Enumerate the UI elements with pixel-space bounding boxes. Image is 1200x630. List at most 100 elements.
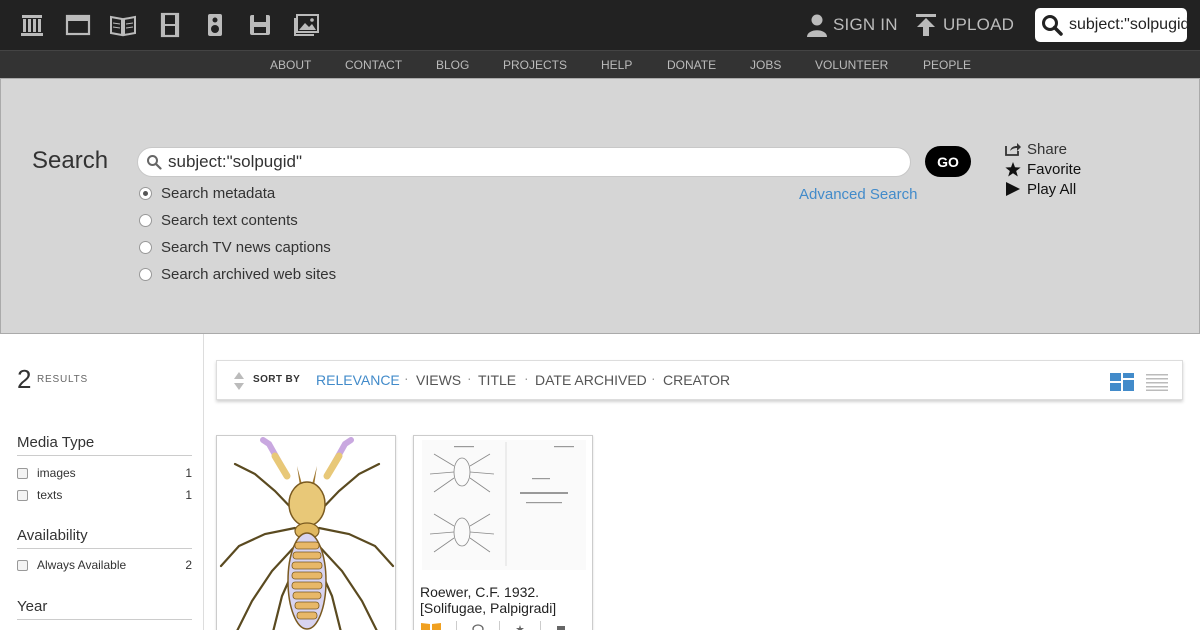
checkbox[interactable] [17, 489, 28, 501]
texts-icon [421, 623, 441, 630]
option-label: Search text contents [161, 211, 298, 229]
nav-item-about[interactable]: ABOUT [270, 51, 311, 79]
result-tile-image[interactable] [216, 435, 396, 630]
facet-title-availability: Availability [17, 527, 192, 549]
option-search-web-sites[interactable]: Search archived web sites [139, 264, 336, 284]
search-heading: Search [32, 147, 109, 174]
nav-item-volunteer[interactable]: VOLUNTEER [815, 51, 888, 79]
comment-icon [557, 626, 565, 630]
tile-view-icon[interactable] [1110, 373, 1134, 391]
top-bar: SIGN IN UPLOAD [0, 0, 1200, 50]
web-icon[interactable] [64, 12, 92, 38]
top-search-box[interactable] [1035, 8, 1187, 42]
sign-in-label: SIGN IN [833, 15, 898, 34]
texts-icon[interactable] [109, 12, 137, 38]
radio-unselected[interactable] [139, 240, 152, 254]
nav-item-projects[interactable]: PROJECTS [503, 51, 567, 79]
facet-label: texts [37, 488, 63, 502]
share-button[interactable]: Share [1005, 139, 1067, 159]
advanced-search-link[interactable]: Advanced Search [799, 186, 917, 203]
audio-icon[interactable] [201, 12, 229, 38]
radio-unselected[interactable] [139, 213, 152, 227]
facet-label: images [37, 466, 76, 480]
facet-count: 2 [185, 558, 192, 572]
search-icon[interactable] [1035, 8, 1069, 42]
go-button[interactable]: GO [925, 146, 971, 177]
option-label: Search TV news captions [161, 238, 331, 256]
checkbox[interactable] [17, 559, 28, 571]
facets-sidebar: 2 RESULTS Media Type images 1 texts 1 Av… [0, 334, 204, 630]
divider [499, 621, 500, 630]
facet-item-images[interactable]: images 1 [17, 465, 192, 481]
main-search-box[interactable] [137, 147, 911, 177]
tile-title[interactable]: Roewer, C.F. 1932. [Solifugae, Palpigrad… [420, 584, 588, 616]
play-icon [1006, 182, 1020, 196]
nav-item-people[interactable]: PEOPLE [923, 51, 971, 79]
result-tile-text[interactable]: Roewer, C.F. 1932. [Solifugae, Palpigrad… [413, 435, 593, 630]
sort-option-date-archived[interactable]: DATE ARCHIVED [535, 372, 647, 388]
top-search-input[interactable] [1069, 16, 1187, 34]
checkbox[interactable] [17, 467, 28, 479]
facet-item-texts[interactable]: texts 1 [17, 487, 192, 503]
search-panel: Search GO Search metadata Search text co… [0, 78, 1200, 334]
option-label: Search metadata [161, 184, 276, 202]
separator-dot: · [524, 370, 529, 386]
facet-count: 1 [185, 488, 192, 502]
play-all-label: Play All [1027, 180, 1077, 198]
nav-item-blog[interactable]: BLOG [436, 51, 469, 79]
images-icon[interactable] [293, 12, 321, 38]
nav-item-help[interactable]: HELP [601, 51, 632, 79]
sort-option-views[interactable]: VIEWS [416, 372, 461, 388]
tile-stats [420, 620, 588, 630]
software-icon[interactable] [246, 12, 274, 38]
nav-item-jobs[interactable]: JOBS [750, 51, 781, 79]
facet-title-media-type: Media Type [17, 434, 192, 456]
main-search-input[interactable] [168, 152, 888, 172]
facet-count: 1 [185, 466, 192, 480]
nav-item-donate[interactable]: DONATE [667, 51, 716, 79]
play-all-button[interactable]: Play All [1005, 179, 1076, 199]
radio-selected[interactable] [139, 186, 152, 200]
share-label: Share [1027, 140, 1068, 158]
search-icon [140, 154, 168, 170]
eye-icon [472, 624, 484, 630]
upload-label: UPLOAD [943, 15, 1015, 34]
option-label: Search archived web sites [161, 265, 337, 283]
divider [456, 621, 457, 630]
archive-home-icon[interactable] [18, 12, 46, 38]
sort-by-label: SORT BY [253, 374, 301, 385]
nav-bar: ABOUT CONTACT BLOG PROJECTS HELP DONATE … [0, 50, 1200, 78]
radio-unselected[interactable] [139, 267, 152, 281]
separator-dot: · [651, 370, 656, 386]
facet-label: Always Available [37, 558, 127, 572]
separator-dot: · [404, 370, 409, 386]
list-view-icon[interactable] [1145, 373, 1169, 391]
solpugid-illustration [219, 437, 395, 630]
user-icon [807, 14, 827, 37]
upload-link[interactable]: UPLOAD [915, 0, 1014, 50]
option-search-metadata[interactable]: Search metadata [139, 183, 275, 203]
divider [540, 621, 541, 630]
star-icon [516, 625, 524, 630]
star-icon [1005, 161, 1021, 176]
sort-option-relevance[interactable]: RELEVANCE [316, 372, 400, 388]
favorite-label: Favorite [1027, 160, 1082, 178]
favorite-button[interactable]: Favorite [1005, 159, 1081, 179]
sort-arrows-icon[interactable] [233, 372, 245, 390]
sort-option-creator[interactable]: CREATOR [663, 372, 730, 388]
sign-in-link[interactable]: SIGN IN [807, 0, 898, 50]
nav-item-contact[interactable]: CONTACT [345, 51, 402, 79]
option-search-tv-captions[interactable]: Search TV news captions [139, 237, 331, 257]
option-search-text-contents[interactable]: Search text contents [139, 210, 298, 230]
book-page-thumbnail [422, 440, 586, 570]
share-icon [1005, 143, 1021, 156]
video-icon[interactable] [156, 12, 184, 38]
facet-item-always-available[interactable]: Always Available 2 [17, 557, 192, 573]
separator-dot: · [467, 370, 472, 386]
result-count: 2 [17, 364, 32, 394]
facet-title-year: Year [17, 598, 192, 620]
sort-option-title[interactable]: TITLE [478, 372, 516, 388]
sort-bar: SORT BY RELEVANCE · VIEWS · TITLE · DATE… [216, 360, 1183, 400]
result-count-label: RESULTS [37, 374, 88, 385]
upload-icon [916, 14, 936, 36]
